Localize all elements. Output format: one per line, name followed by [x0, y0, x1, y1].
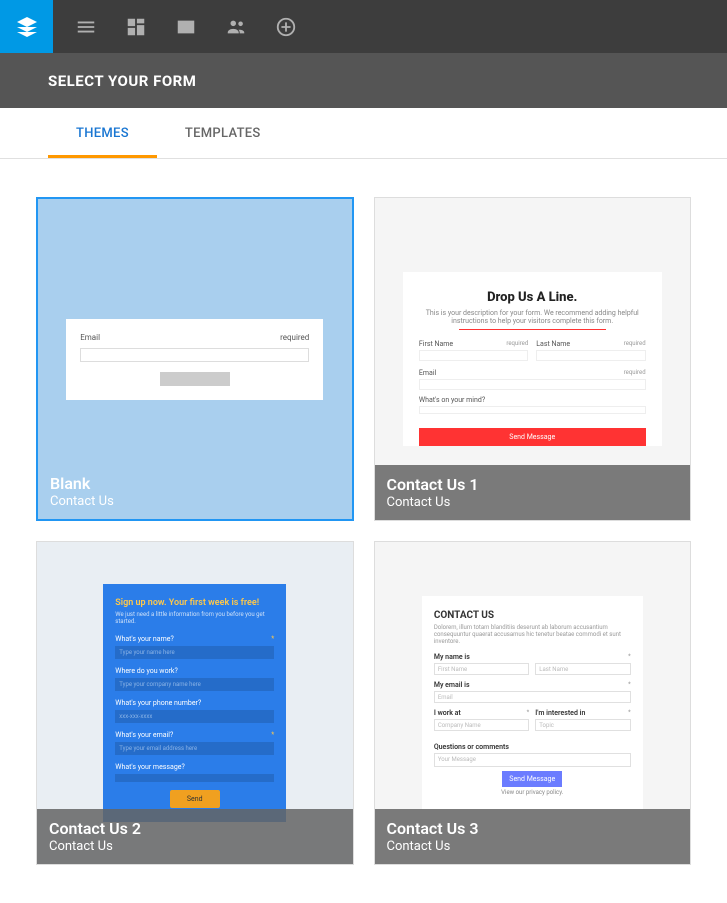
card-subtitle: Contact Us: [387, 495, 679, 510]
card-title: Blank: [50, 474, 340, 493]
menu-icon[interactable]: [75, 16, 97, 38]
card-contact-3[interactable]: CONTACT US Dolorem, illum totam blanditi…: [374, 541, 692, 865]
logo[interactable]: [0, 0, 53, 53]
card-title: Contact Us 3: [387, 819, 679, 838]
card-footer: Blank Contact Us: [38, 464, 352, 519]
card-title: Contact Us 2: [49, 819, 341, 838]
add-icon[interactable]: [275, 16, 297, 38]
tabs: THEMES TEMPLATES: [0, 108, 727, 159]
card-subtitle: Contact Us: [50, 494, 340, 509]
topbar-icons: [53, 16, 319, 38]
page-title: SELECT YOUR FORM: [48, 72, 196, 90]
tab-templates[interactable]: TEMPLATES: [157, 108, 289, 158]
card-footer: Contact Us 3 Contact Us: [375, 809, 691, 864]
contact-card-icon[interactable]: [175, 16, 197, 38]
card-subtitle: Contact Us: [49, 839, 341, 854]
card-footer: Contact Us 2 Contact Us: [37, 809, 353, 864]
card-contact-2[interactable]: Sign up now. Your first week is free! We…: [36, 541, 354, 865]
card-footer: Contact Us 1 Contact Us: [375, 465, 691, 520]
dashboard-icon[interactable]: [125, 16, 147, 38]
tab-themes[interactable]: THEMES: [48, 108, 157, 158]
people-icon[interactable]: [225, 16, 247, 38]
card-blank[interactable]: Emailrequired Blank Contact Us: [36, 197, 354, 521]
page-header: SELECT YOUR FORM: [0, 53, 727, 108]
card-contact-1[interactable]: Drop Us A Line. This is your description…: [374, 197, 692, 521]
template-grid: Emailrequired Blank Contact Us Drop Us A…: [0, 159, 727, 903]
top-bar: [0, 0, 727, 53]
card-title: Contact Us 1: [387, 475, 679, 494]
card-subtitle: Contact Us: [387, 839, 679, 854]
